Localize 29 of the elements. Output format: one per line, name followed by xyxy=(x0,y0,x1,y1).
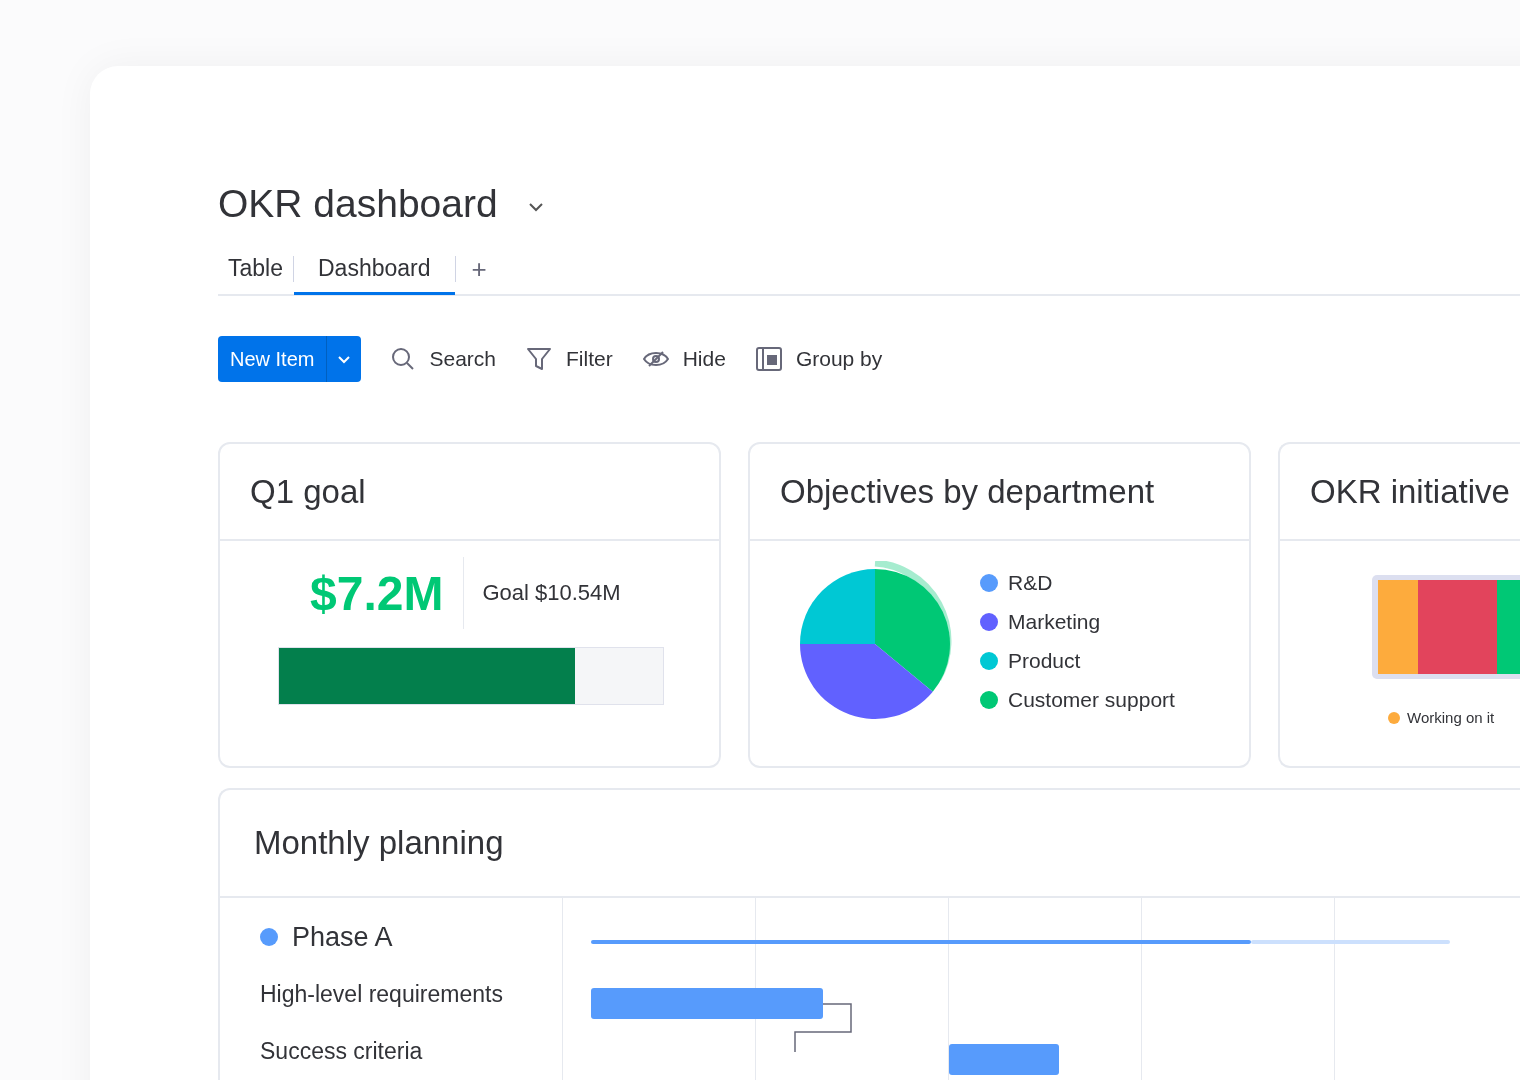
search-icon xyxy=(391,347,416,371)
eye-slash-icon xyxy=(642,350,669,368)
search-action[interactable]: Search xyxy=(391,347,496,371)
group-label: Phase A xyxy=(292,921,393,953)
caret-icon[interactable] xyxy=(337,354,352,364)
add-view-button[interactable]: + xyxy=(455,253,503,285)
filter-icon xyxy=(526,346,552,372)
view-tab[interactable]: Dashboard xyxy=(294,245,455,295)
group-action[interactable]: Group by xyxy=(755,347,883,371)
widget-title: Monthly planning xyxy=(254,824,504,862)
goal-target: Goal $10.54M xyxy=(482,580,621,606)
legend-label: R&D xyxy=(1008,570,1053,595)
legend-label: Product xyxy=(1008,648,1081,673)
hide-action[interactable]: Hide xyxy=(642,347,726,371)
layout-icon xyxy=(755,347,782,371)
filter-action[interactable]: Filter xyxy=(526,346,613,372)
chevron-down-icon[interactable] xyxy=(527,202,544,212)
legend-label: Customer support xyxy=(1008,687,1175,712)
goal-value: $7.2M xyxy=(310,565,444,621)
widget-title: OKR initiative xyxy=(1310,472,1510,511)
view-tab[interactable]: Table xyxy=(218,245,293,295)
task-label: Success criteria xyxy=(260,1037,423,1065)
legend-label: Marketing xyxy=(1008,609,1101,634)
board-title: OKR dashboard xyxy=(218,182,498,226)
new-item-button[interactable]: New Item xyxy=(218,336,362,382)
legend-label: Working on it xyxy=(1407,709,1495,726)
widget-title: Objectives by department xyxy=(780,472,1155,511)
widget-title: Q1 goal xyxy=(250,472,366,511)
task-label: High-level requirements xyxy=(260,980,503,1008)
